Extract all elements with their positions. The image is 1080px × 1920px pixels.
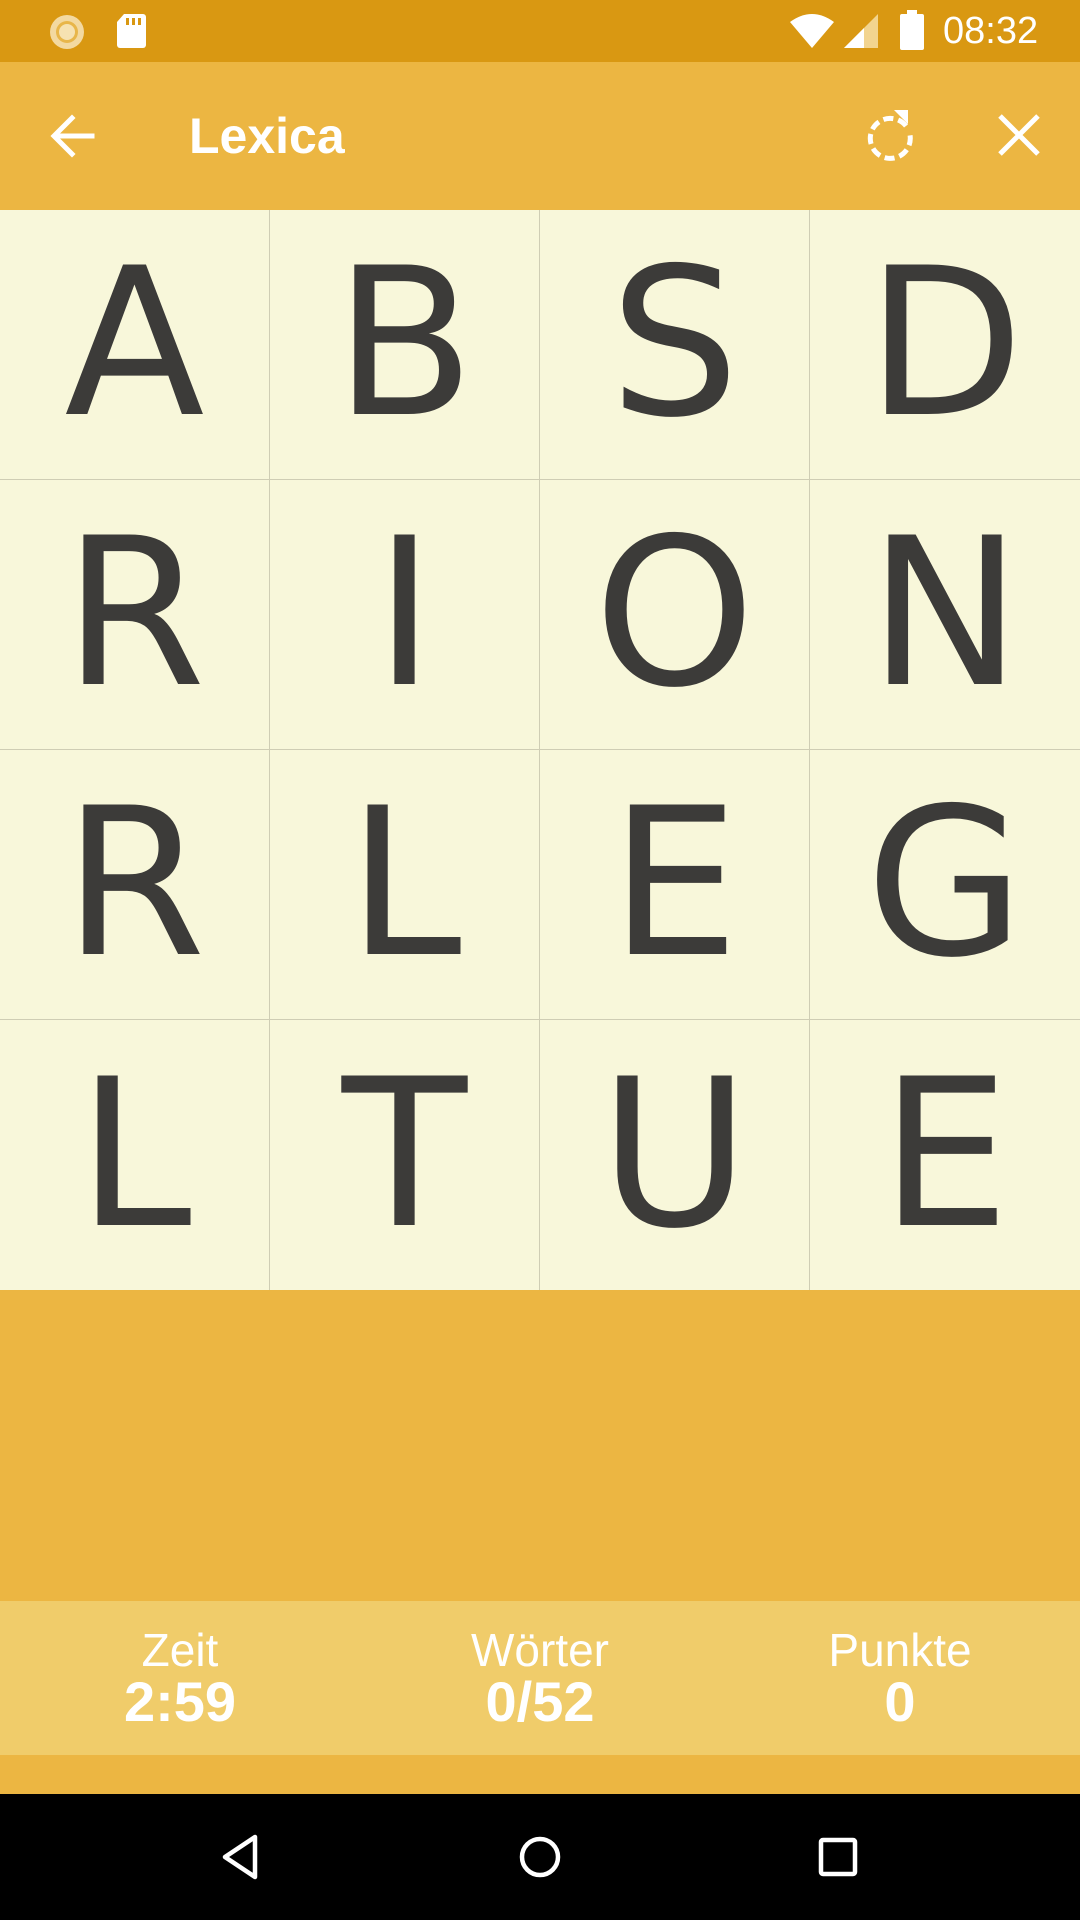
- letter-tile[interactable]: A: [0, 210, 270, 480]
- letter-tile[interactable]: S: [540, 210, 810, 480]
- app-title: Lexica: [189, 108, 345, 164]
- close-icon[interactable]: [988, 104, 1050, 166]
- letter-tile[interactable]: I: [270, 480, 540, 750]
- sun-notification-icon: [50, 15, 84, 49]
- score-panel: Zeit 2:59 Wörter 0/52 Punkte 0: [0, 1601, 1080, 1755]
- app-bar: Lexica: [0, 62, 1080, 210]
- words-value: 0/52: [485, 1670, 595, 1733]
- letter-tile[interactable]: N: [810, 480, 1080, 750]
- letter-tile[interactable]: B: [270, 210, 540, 480]
- points-value: 0: [884, 1670, 916, 1733]
- time-value: 2:59: [123, 1670, 237, 1733]
- letter-tile[interactable]: U: [540, 1020, 810, 1290]
- words-label: Wörter: [471, 1624, 609, 1676]
- wifi-icon: [790, 14, 834, 48]
- points-stat: Punkte 0: [750, 1601, 1050, 1730]
- letter-tile[interactable]: E: [540, 750, 810, 1020]
- time-stat: Zeit 2:59: [30, 1601, 330, 1730]
- recents-square-icon[interactable]: [808, 1827, 868, 1887]
- clock: 08:32: [943, 10, 1039, 52]
- back-arrow-icon[interactable]: [44, 106, 104, 166]
- home-circle-icon[interactable]: [510, 1827, 570, 1887]
- letter-tile[interactable]: L: [270, 750, 540, 1020]
- battery-icon: [900, 10, 924, 50]
- letter-tile[interactable]: O: [540, 480, 810, 750]
- refresh-icon[interactable]: [860, 104, 922, 166]
- back-triangle-icon[interactable]: [211, 1827, 271, 1887]
- points-label: Punkte: [828, 1624, 972, 1676]
- time-label: Zeit: [141, 1624, 219, 1676]
- letter-tile[interactable]: R: [0, 480, 270, 750]
- letter-tile[interactable]: E: [810, 1020, 1080, 1290]
- words-stat: Wörter 0/52: [390, 1601, 690, 1730]
- letter-board: A B S D R I O N R L E G L T U E: [0, 210, 1080, 1290]
- letter-tile[interactable]: D: [810, 210, 1080, 480]
- letter-tile[interactable]: G: [810, 750, 1080, 1020]
- letter-tile[interactable]: T: [270, 1020, 540, 1290]
- sd-card-icon: [117, 14, 146, 48]
- letter-tile[interactable]: R: [0, 750, 270, 1020]
- letter-tile[interactable]: L: [0, 1020, 270, 1290]
- status-bar: 08:32: [0, 0, 1080, 62]
- cell-signal-icon: [844, 14, 878, 48]
- navigation-bar: [0, 1794, 1080, 1920]
